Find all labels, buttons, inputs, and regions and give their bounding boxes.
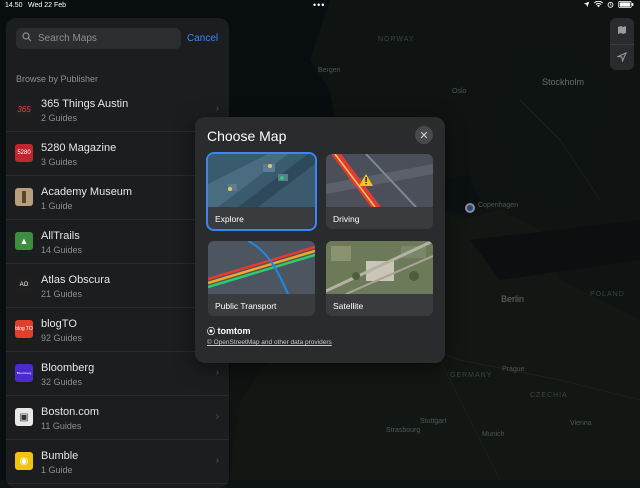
publisher-logo: 5280: [15, 144, 33, 162]
dialog-title: Choose Map: [207, 128, 287, 144]
battery-icon: [618, 1, 634, 10]
publisher-logo: AO: [15, 276, 33, 294]
publisher-name: Atlas Obscura: [41, 274, 111, 286]
publisher-logo: ▣: [15, 408, 33, 426]
chevron-right-icon: ›: [215, 367, 219, 378]
chevron-right-icon: ›: [215, 103, 219, 114]
map-option-explore[interactable]: Explore: [206, 152, 317, 231]
choose-map-dialog: Choose Map ✕ Explore Driving Public Tran…: [195, 117, 445, 363]
publisher-name: Bloomberg: [41, 362, 95, 374]
tomtom-logo: ⦿ tomtom: [207, 326, 251, 337]
publisher-logo: ▲: [15, 232, 33, 250]
public-transport-thumbnail: [208, 241, 315, 294]
status-bar: 14.50 Wed 22 Feb •••: [0, 0, 640, 13]
publisher-logo: blog TO: [15, 320, 33, 338]
map-option-label: Satellite: [333, 301, 364, 311]
publisher-guide-count: 14 Guides: [41, 245, 83, 255]
close-button[interactable]: ✕: [415, 126, 433, 144]
map-option-public-transport[interactable]: Public Transport: [208, 241, 315, 316]
publisher-guide-count: 21 Guides: [41, 289, 83, 299]
chevron-right-icon: ›: [215, 455, 219, 466]
map-option-label: Public Transport: [215, 301, 277, 311]
map-option-driving[interactable]: Driving: [326, 154, 433, 229]
location-arrow-icon: [616, 51, 627, 65]
driving-thumbnail: [326, 154, 433, 207]
publisher-guide-count: 11 Guides: [41, 421, 82, 431]
publisher-guide-count: 1 Guide: [41, 465, 73, 475]
publisher-guide-count: 1 Guide: [41, 201, 73, 211]
map-option-label: Explore: [215, 214, 244, 224]
wifi-icon: [594, 0, 603, 10]
list-item[interactable]: ▣ Boston.com 11 Guides ›: [6, 396, 229, 440]
publisher-guide-count: 3 Guides: [41, 157, 78, 167]
track-location-button[interactable]: [610, 45, 634, 71]
chevron-right-icon: ›: [215, 411, 219, 422]
publisher-guide-count: 2 Guides: [41, 113, 78, 123]
map-icon: [617, 25, 627, 38]
publisher-logo: 365: [15, 100, 33, 118]
multitasking-dots[interactable]: •••: [313, 0, 325, 10]
list-item[interactable]: ◉ Bumble 1 Guide ›: [6, 440, 229, 484]
publisher-name: 5280 Magazine: [41, 142, 117, 154]
section-title: Browse by Publisher: [16, 74, 99, 84]
search-input[interactable]: Search Maps: [16, 28, 181, 49]
map-option-label: Driving: [333, 214, 360, 224]
location-arrow-icon: [583, 1, 590, 10]
publisher-name: blogTO: [41, 318, 77, 330]
status-icons: [583, 0, 634, 10]
publisher-guide-count: 32 Guides: [41, 377, 83, 387]
list-item[interactable]: Bloomberg Bloomberg 32 Guides ›: [6, 352, 229, 396]
close-icon: ✕: [419, 129, 429, 142]
data-providers-link[interactable]: © OpenStreetMap and other data providers: [207, 339, 332, 346]
map-controls: [610, 18, 634, 70]
publisher-name: Boston.com: [41, 406, 100, 418]
status-date: Wed 22 Feb: [28, 2, 67, 9]
brand-name: tomtom: [217, 326, 251, 336]
publisher-guide-count: 92 Guides: [41, 333, 83, 343]
map-mode-button[interactable]: [610, 18, 634, 45]
publisher-name: AllTrails: [41, 230, 80, 242]
map-option-satellite[interactable]: Satellite: [326, 241, 433, 316]
search-placeholder: Search Maps: [38, 33, 97, 44]
publisher-name: Bumble: [41, 450, 79, 462]
publisher-logo: [15, 188, 33, 206]
search-icon: [22, 32, 38, 45]
cancel-button[interactable]: Cancel: [187, 33, 218, 44]
explore-thumbnail: [208, 154, 315, 207]
satellite-thumbnail: [326, 241, 433, 294]
publisher-logo: Bloomberg: [15, 364, 33, 382]
publisher-name: 365 Things Austin: [41, 98, 129, 110]
publisher-name: Academy Museum: [41, 186, 133, 198]
publisher-logo: ◉: [15, 452, 33, 470]
status-time: 14.50: [5, 2, 23, 9]
location-pin-icon: ⦿: [207, 327, 215, 336]
alarm-icon: [607, 1, 614, 10]
